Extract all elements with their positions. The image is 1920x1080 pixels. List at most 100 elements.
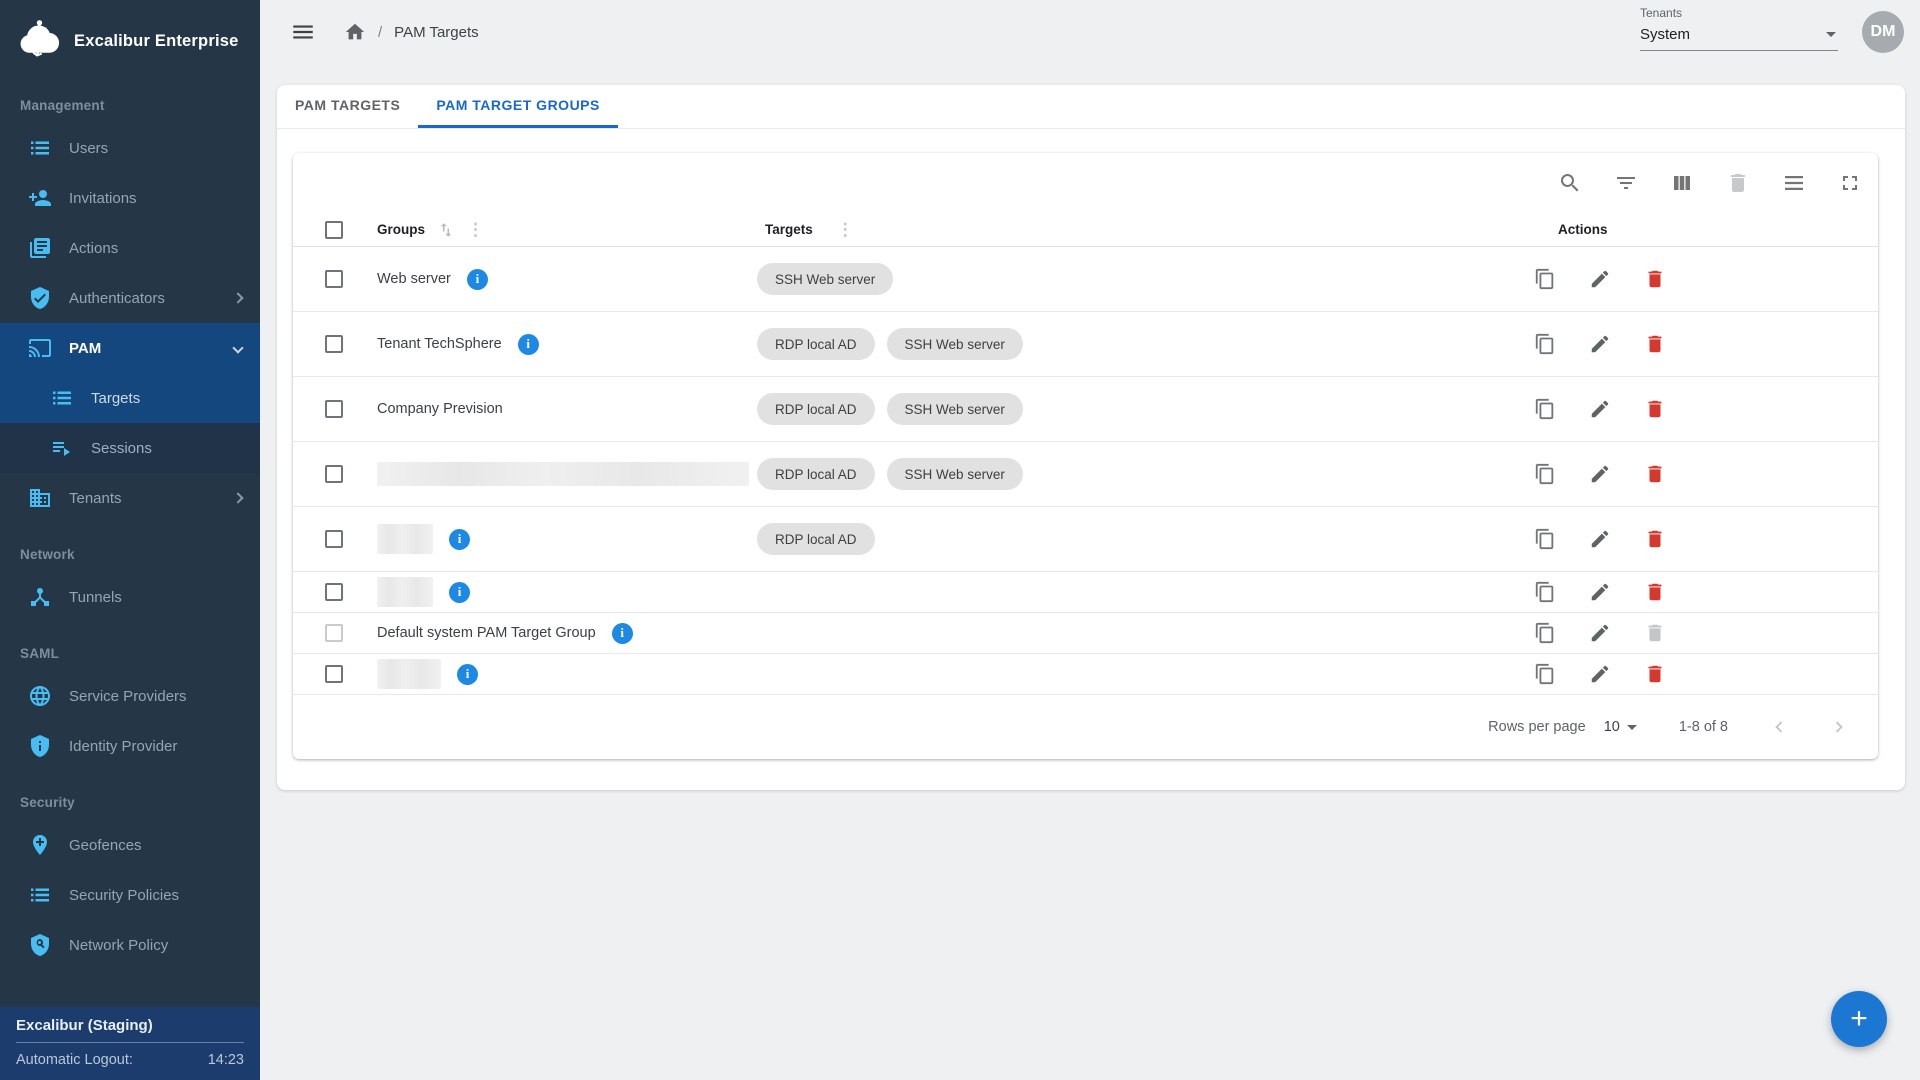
redacted-group-name <box>377 462 749 486</box>
sidebar-item-actions[interactable]: Actions <box>0 223 260 273</box>
list-icon <box>28 883 52 907</box>
row-height-icon[interactable] <box>1782 171 1806 195</box>
column-menu-icon[interactable]: ⋮ <box>467 221 484 238</box>
search-icon[interactable] <box>1558 171 1582 195</box>
sidebar-item-tenants[interactable]: Tenants <box>0 473 260 523</box>
delete-button[interactable] <box>1644 333 1666 355</box>
sidebar-item-label: Geofences <box>69 837 142 854</box>
sidebar-item-security-policies[interactable]: Security Policies <box>0 870 260 920</box>
table-row: Default system PAM Target Groupi <box>293 613 1878 654</box>
select-all-checkbox[interactable] <box>325 221 343 239</box>
row-checkbox[interactable] <box>325 335 343 353</box>
tab-pam-target-groups[interactable]: PAM TARGET GROUPS <box>418 85 618 128</box>
row-checkbox[interactable] <box>325 583 343 601</box>
delete-button[interactable] <box>1644 398 1666 420</box>
edit-button[interactable] <box>1589 528 1611 550</box>
previous-page-button <box>1768 716 1790 738</box>
group-name: Web server <box>377 271 451 287</box>
library-books-icon <box>28 236 52 260</box>
chevron-right-icon <box>232 292 243 303</box>
group-name: Company Prevision <box>377 401 503 417</box>
edit-button[interactable] <box>1589 581 1611 603</box>
avatar[interactable]: DM <box>1862 11 1904 53</box>
delete-button[interactable] <box>1644 581 1666 603</box>
auto-logout-label: Automatic Logout: <box>16 1052 133 1068</box>
sidebar-nav: ManagementUsersInvitationsActionsAuthent… <box>0 86 260 970</box>
edit-button[interactable] <box>1589 268 1611 290</box>
sidebar-item-authenticators[interactable]: Authenticators <box>0 273 260 323</box>
sidebar-item-invitations[interactable]: Invitations <box>0 173 260 223</box>
copy-button[interactable] <box>1534 333 1556 355</box>
table-row: i <box>293 654 1878 695</box>
filter-icon[interactable] <box>1614 171 1638 195</box>
rows-per-page-label: Rows per page <box>1488 719 1586 735</box>
environment-label: Excalibur (Staging) <box>16 1017 244 1043</box>
column-header-groups: Groups <box>377 222 425 237</box>
groups-table-card: Groups ⋮ Targets ⋮ Actions Web server i SS… <box>293 153 1878 759</box>
table-row: i RDP local AD <box>293 507 1878 572</box>
info-icon[interactable]: i <box>449 582 470 603</box>
add-group-fab[interactable]: + <box>1831 991 1887 1047</box>
info-icon[interactable]: i <box>457 664 478 685</box>
sort-icon[interactable] <box>437 221 455 239</box>
app-logo: Excalibur Enterprise <box>0 0 260 74</box>
sidebar-item-tunnels[interactable]: Tunnels <box>0 572 260 622</box>
sidebar-item-label: Authenticators <box>69 290 165 307</box>
sidebar-item-service-providers[interactable]: Service Providers <box>0 671 260 721</box>
row-checkbox[interactable] <box>325 465 343 483</box>
column-menu-icon[interactable]: ⋮ <box>837 221 854 238</box>
row-checkbox[interactable] <box>325 400 343 418</box>
copy-button[interactable] <box>1534 663 1556 685</box>
sidebar-item-label: Network Policy <box>69 937 168 954</box>
copy-button[interactable] <box>1534 622 1556 644</box>
home-icon[interactable] <box>344 21 366 43</box>
info-icon[interactable]: i <box>612 623 633 644</box>
edit-button[interactable] <box>1589 622 1611 644</box>
columns-icon[interactable] <box>1670 171 1694 195</box>
row-checkbox <box>325 624 343 642</box>
sidebar-item-targets[interactable]: Targets <box>0 373 260 423</box>
delete-button[interactable] <box>1644 528 1666 550</box>
rows-per-page-select[interactable]: 10 <box>1604 719 1637 735</box>
shield-info-icon <box>28 734 52 758</box>
info-icon[interactable]: i <box>449 529 470 550</box>
pagination: Rows per page 10 1-8 of 8 <box>293 695 1878 759</box>
tenant-select[interactable]: Tenants System <box>1640 6 1838 51</box>
fullscreen-icon[interactable] <box>1838 171 1862 195</box>
delete-button[interactable] <box>1644 663 1666 685</box>
info-icon[interactable]: i <box>467 269 488 290</box>
menu-icon[interactable] <box>290 19 316 45</box>
pin-plus-icon <box>28 833 52 857</box>
info-icon[interactable]: i <box>518 334 539 355</box>
delete-button[interactable] <box>1644 268 1666 290</box>
target-chip: SSH Web server <box>887 458 1023 490</box>
row-checkbox[interactable] <box>325 270 343 288</box>
edit-button[interactable] <box>1589 463 1611 485</box>
copy-button[interactable] <box>1534 581 1556 603</box>
sidebar-item-label: Users <box>69 140 108 157</box>
sidebar-item-network-policy[interactable]: Network Policy <box>0 920 260 970</box>
redacted-group-name <box>377 659 441 689</box>
sidebar-item-pam[interactable]: PAM <box>0 323 260 373</box>
sidebar-item-sessions[interactable]: Sessions <box>0 423 260 473</box>
sidebar-item-geofences[interactable]: Geofences <box>0 820 260 870</box>
edit-button[interactable] <box>1589 333 1611 355</box>
sidebar-item-users[interactable]: Users <box>0 123 260 173</box>
copy-button[interactable] <box>1534 463 1556 485</box>
sidebar-item-label: Targets <box>91 390 140 407</box>
table-toolbar <box>293 153 1878 213</box>
delete-button[interactable] <box>1644 463 1666 485</box>
copy-button[interactable] <box>1534 398 1556 420</box>
copy-button[interactable] <box>1534 268 1556 290</box>
table-header: Groups ⋮ Targets ⋮ Actions <box>293 213 1878 247</box>
tab-pam-targets[interactable]: PAM TARGETS <box>277 85 418 128</box>
edit-button[interactable] <box>1589 398 1611 420</box>
edit-button[interactable] <box>1589 663 1611 685</box>
row-checkbox[interactable] <box>325 530 343 548</box>
target-chip: RDP local AD <box>757 523 875 555</box>
pam-targets-card: PAM TARGETS PAM TARGET GROUPS Groups ⋮ T… <box>277 85 1905 790</box>
copy-button[interactable] <box>1534 528 1556 550</box>
row-checkbox[interactable] <box>325 665 343 683</box>
sidebar-item-label: Tunnels <box>69 589 122 606</box>
sidebar-item-identity-provider[interactable]: Identity Provider <box>0 721 260 771</box>
